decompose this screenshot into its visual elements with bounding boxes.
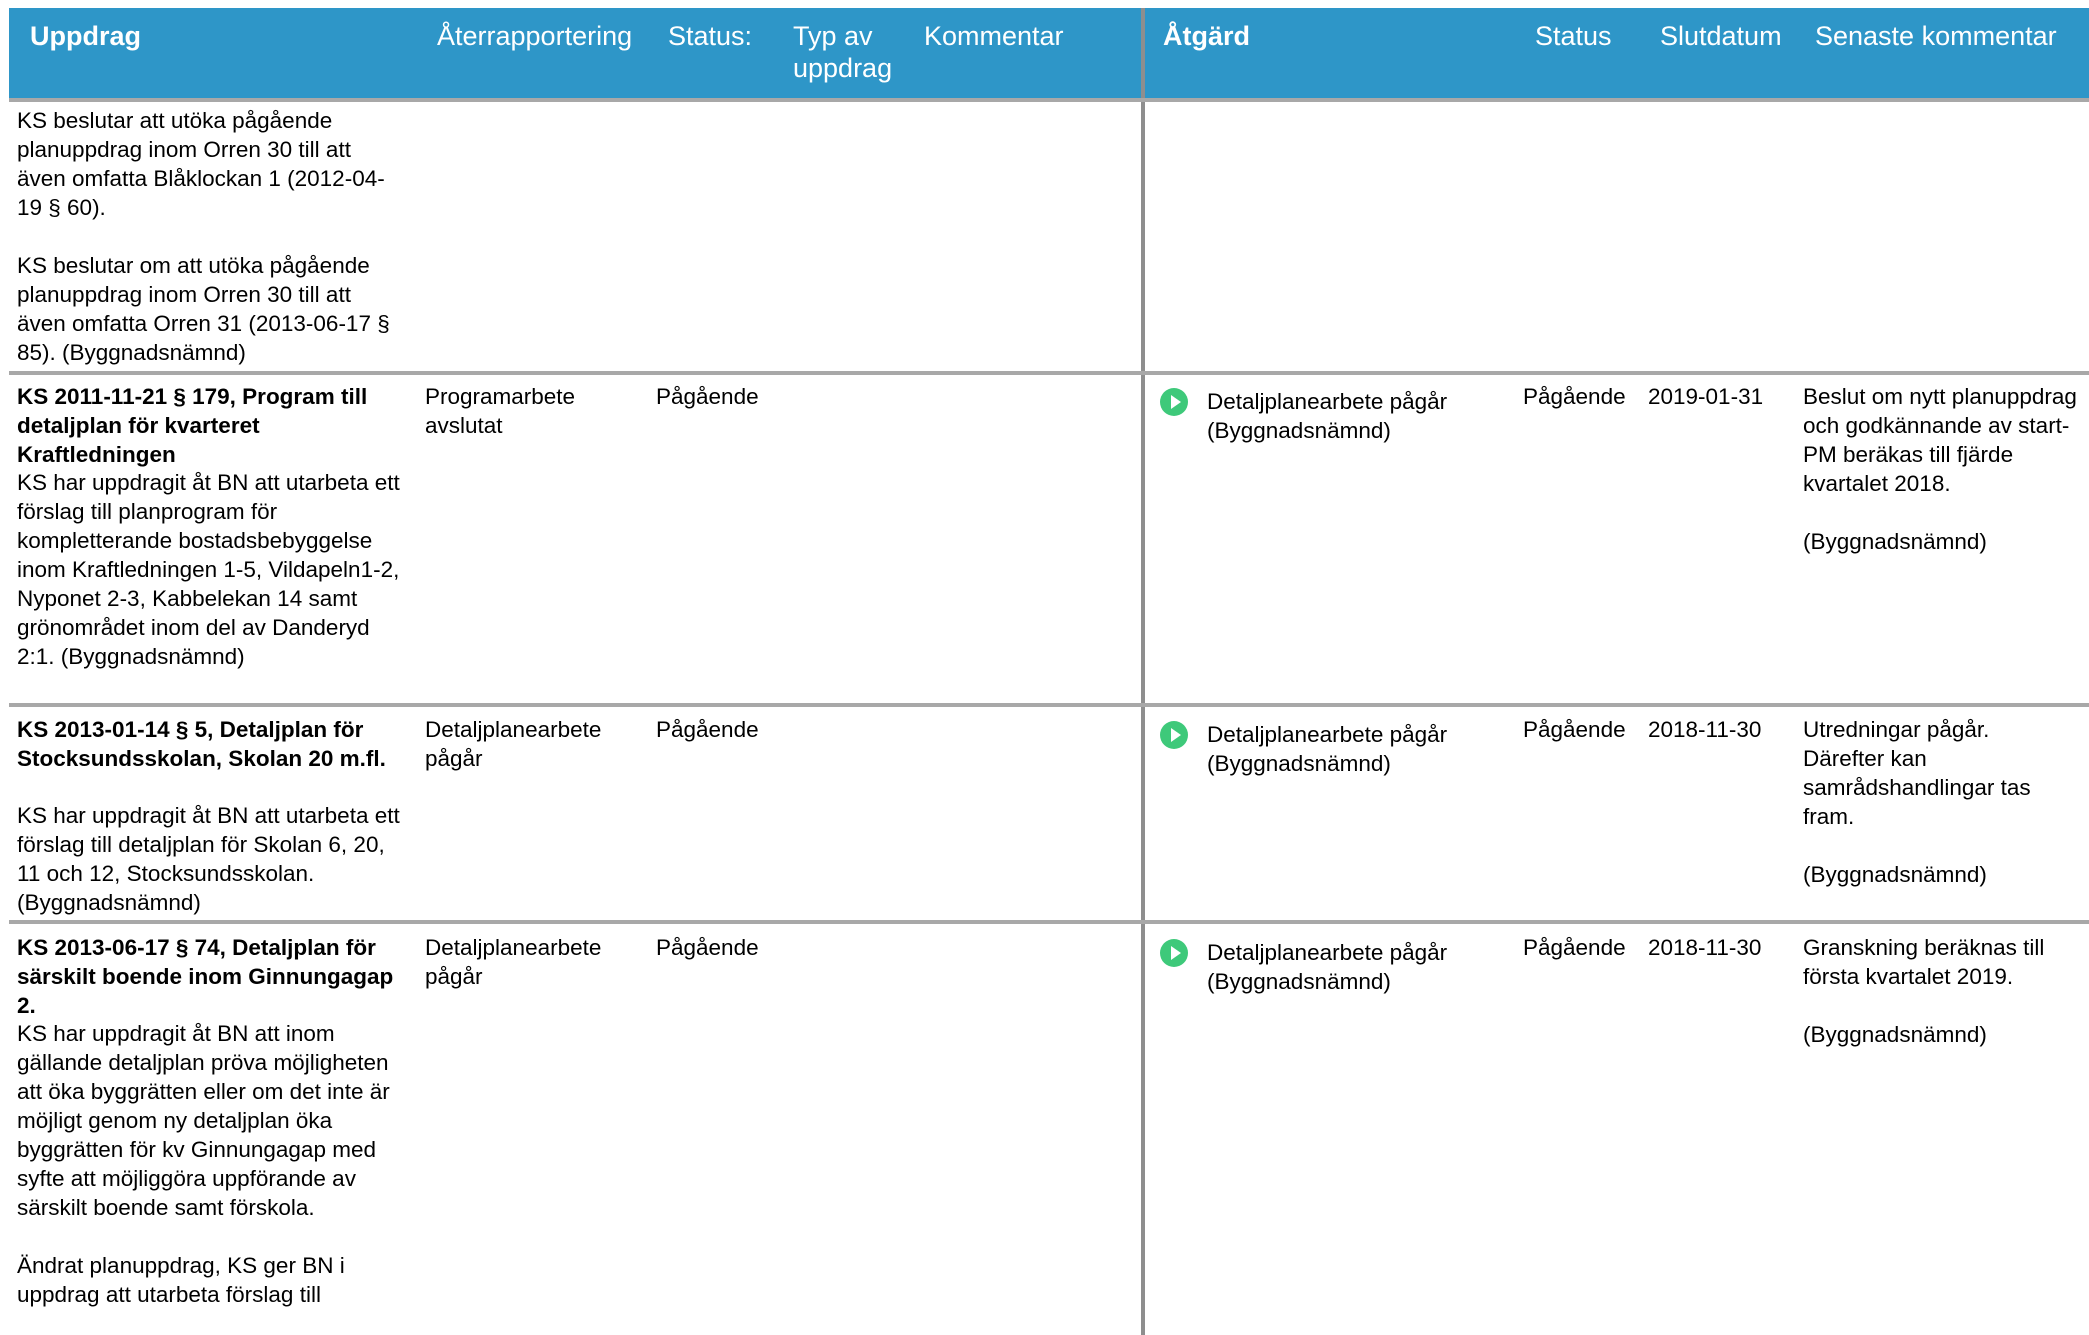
row-1-senaste-kommentar: Beslut om nytt planuppdrag och godkännan…: [1803, 384, 2077, 554]
row-3-atgard: Detaljplanearbete pågår (Byggnadsnämnd): [1207, 940, 1448, 994]
row-1-status: Pågående: [656, 384, 759, 409]
row-2-slutdatum: 2018-11-30: [1648, 717, 1762, 742]
row-2-atgard-status: Pågående: [1523, 717, 1626, 742]
row-2-senaste-kommentar: Utredningar pågår. Därefter kan samrådsh…: [1803, 717, 2031, 887]
col-header-aterrapportering: Återrapportering: [437, 21, 633, 51]
col-header-uppdrag: Uppdrag: [30, 21, 141, 51]
col-header-kommentar: Kommentar: [924, 21, 1064, 51]
row-1-slutdatum: 2019-01-31: [1648, 384, 1764, 409]
row-2-description: KS har uppdragit åt BN att utarbeta ett …: [17, 803, 400, 915]
row-3-title: KS 2013-06-17 § 74, Detaljplan för särsk…: [17, 935, 394, 1018]
row-1-atgard: Detaljplanearbete pågår (Byggnadsnämnd): [1207, 389, 1448, 443]
row-2-aterrapportering: Detaljplanearbete pågår: [425, 717, 602, 771]
row-1-description: KS har uppdragit åt BN att utarbeta ett …: [17, 470, 400, 669]
row-divider: [9, 920, 2089, 924]
col-header-typ: Typ av uppdrag: [793, 21, 893, 83]
row-divider: [9, 98, 2089, 102]
row-2-atgard: Detaljplanearbete pågår (Byggnadsnämnd): [1207, 722, 1448, 776]
row-3-senaste-kommentar: Granskning beräknas till första kvartale…: [1803, 935, 2045, 1047]
row-divider: [9, 703, 2089, 707]
row-1-aterrapportering: Programarbete avslutat: [425, 384, 576, 438]
play-circle-icon: [1160, 388, 1188, 416]
col-header-status: Status:: [668, 21, 753, 51]
row-3-aterrapportering: Detaljplanearbete pågår: [425, 935, 602, 989]
row-3-atgard-status: Pågående: [1523, 935, 1626, 960]
col-header-atgard-status: Status: [1535, 21, 1612, 51]
row-1-title: KS 2011-11-21 § 179, Program till detalj…: [17, 384, 368, 467]
row-3-status: Pågående: [656, 935, 759, 960]
col-header-atgard: Åtgärd: [1163, 21, 1250, 51]
column-divider: [1141, 8, 1145, 1335]
row-3-slutdatum: 2018-11-30: [1648, 935, 1762, 960]
row-2-title: KS 2013-01-14 § 5, Detaljplan för Stocks…: [17, 717, 386, 771]
row-0-description: KS beslutar att utöka pågående planuppdr…: [17, 108, 390, 365]
row-1-atgard-status: Pågående: [1523, 384, 1626, 409]
row-divider: [9, 371, 2089, 375]
col-header-senaste-kommentar: Senaste kommentar: [1815, 21, 2057, 51]
row-3-description: KS har uppdragit åt BN att inom gällande…: [17, 1021, 390, 1307]
play-circle-icon: [1160, 939, 1188, 967]
play-circle-icon: [1160, 721, 1188, 749]
row-2-status: Pågående: [656, 717, 759, 742]
col-header-slutdatum: Slutdatum: [1660, 21, 1782, 51]
